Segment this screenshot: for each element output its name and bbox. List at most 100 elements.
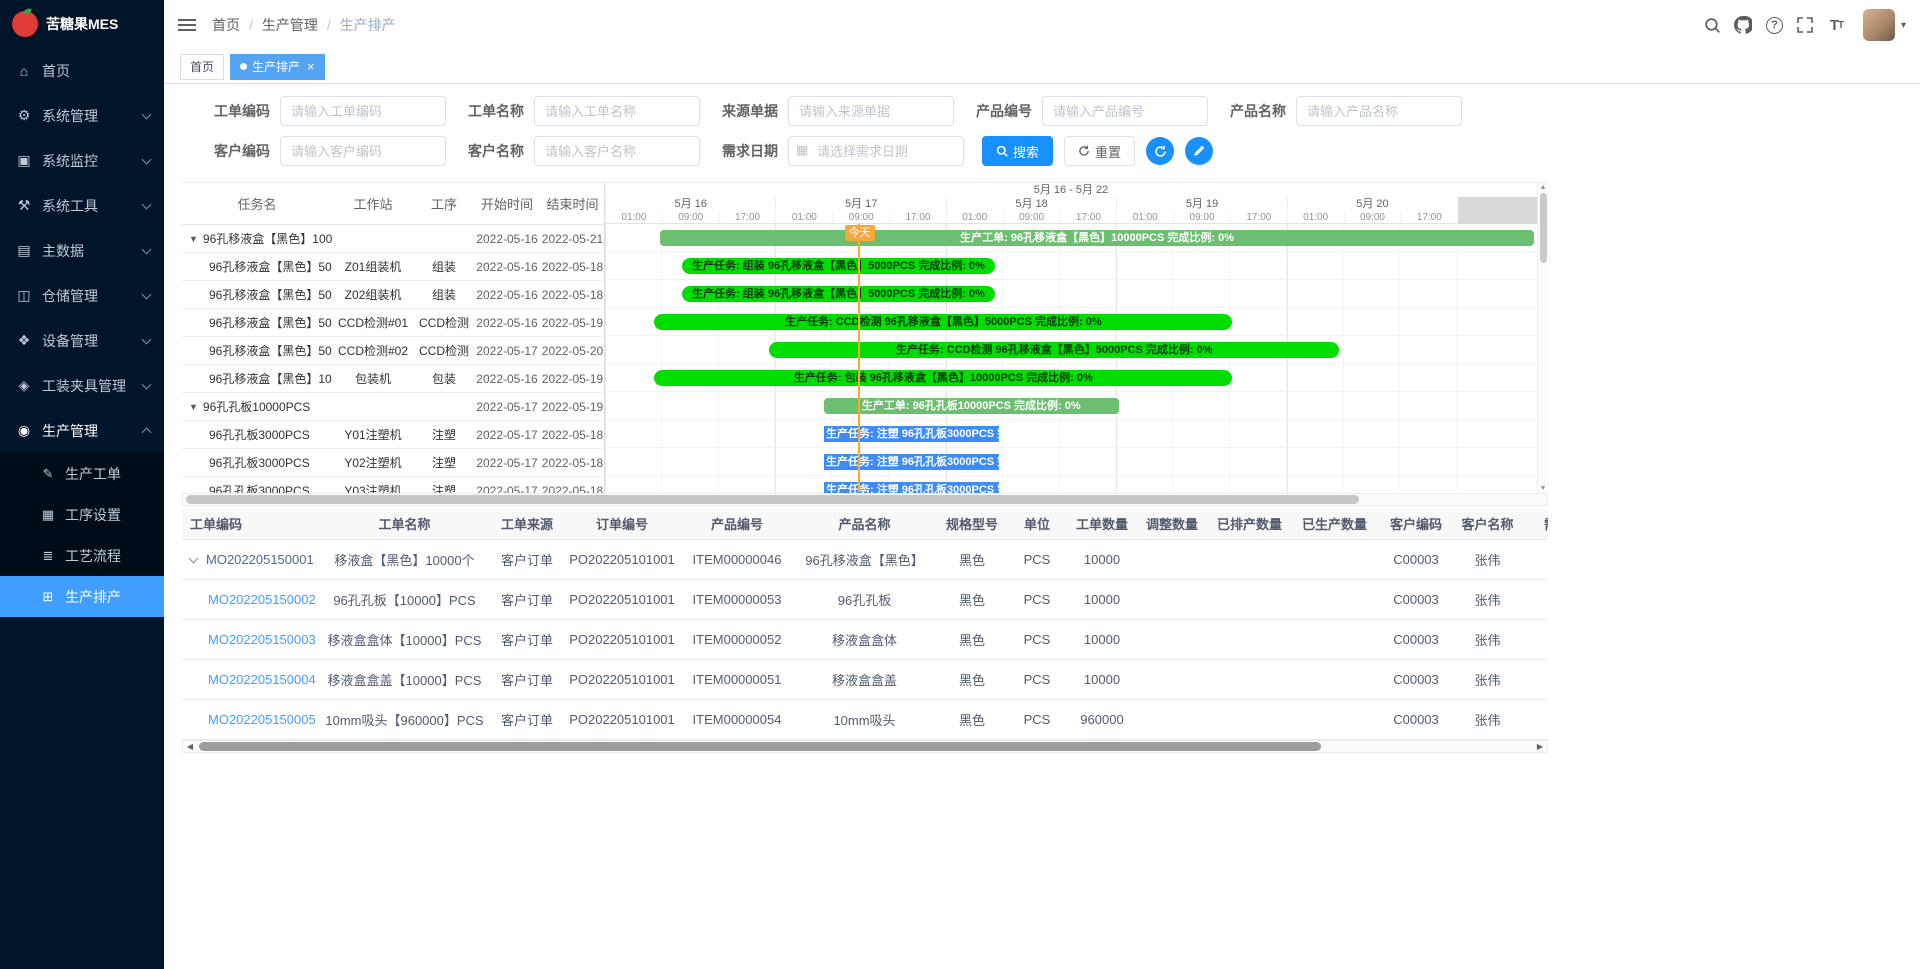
table-row[interactable]: MO20220515000510mm吸头【960000】PCS客户订单PO202…: [182, 699, 1548, 739]
sidebar-item-system-tools[interactable]: ⚒系统工具: [0, 183, 164, 228]
task-station: Y03注塑机: [332, 482, 414, 493]
gantt-bar[interactable]: 生产工单: 96孔孔板10000PCS 完成比例: 0%: [824, 398, 1119, 414]
chevron-down-icon[interactable]: [189, 553, 199, 563]
work-order-link[interactable]: MO202205150003: [208, 632, 316, 647]
sidebar-item-equipment[interactable]: ❖设备管理: [0, 318, 164, 363]
vscroll-thumb[interactable]: [1540, 193, 1547, 263]
gantt-task-row[interactable]: 96孔移液盒【黑色】5000PCSZ02组装机组装2022-05-162022-…: [182, 281, 604, 309]
gantt-bar[interactable]: 生产任务: CCD检测 96孔移液盒【黑色】5000PCS 完成比例: 0%: [654, 314, 1232, 330]
gantt-horizontal-scrollbar[interactable]: [182, 493, 1548, 506]
orders-cell: PCS: [1007, 659, 1067, 699]
gantt-bar[interactable]: 生产任务: 组装 96孔移液盒【黑色】5000PCS 完成比例: 0%: [682, 258, 994, 274]
orders-cell: ITEM00000046: [682, 539, 792, 579]
product-name-input[interactable]: [1296, 96, 1462, 126]
orders-cell: PO202205101001: [562, 699, 682, 739]
gantt-task-row[interactable]: 96孔孔板3000PCSY01注塑机注塑2022-05-172022-05-18: [182, 421, 604, 449]
tab-home[interactable]: 首页: [180, 54, 224, 80]
gantt-hour-label: 09:00: [1344, 211, 1401, 223]
work-order-link[interactable]: MO202205150004: [208, 672, 316, 687]
orders-cell: 10000: [1067, 539, 1137, 579]
gantt-bar[interactable]: 生产任务: 注塑 96孔孔板3000PCS 完成比例: 0%: [824, 454, 994, 470]
gantt-bar[interactable]: 生产任务: 包装 96孔移液盒【黑色】10000PCS 完成比例: 0%: [654, 370, 1232, 386]
gantt-task-row[interactable]: ▼96孔移液盒【黑色】10000PCS2022-05-162022-05-21: [182, 225, 604, 253]
sidebar-item-system-admin[interactable]: ⚙系统管理: [0, 93, 164, 138]
triangle-down-icon[interactable]: ▼: [189, 234, 198, 244]
filter-label: 工单编码: [214, 101, 270, 121]
gantt-task-name: ▼96孔孔板10000PCS: [182, 398, 332, 415]
orders-cell: PO202205101001: [562, 659, 682, 699]
gantt-bar[interactable]: 生产任务: 注塑 96孔孔板3000PCS 完成比例: 0%: [824, 426, 994, 442]
table-row[interactable]: MO202205150004移液盒盒盖【10000】PCS客户订单PO20220…: [182, 659, 1548, 699]
breadcrumb-item[interactable]: 生产管理: [262, 15, 318, 35]
sidebar-item-fixture[interactable]: ◈工装夹具管理: [0, 363, 164, 408]
gantt-task-row[interactable]: 96孔孔板3000PCSY03注塑机注塑2022-05-172022-05-18: [182, 477, 604, 493]
task-end-date: 2022-05-18: [540, 484, 604, 494]
customer-name-input[interactable]: [534, 136, 700, 166]
gantt-task-name: 96孔移液盒【黑色】5000PCS: [182, 258, 332, 275]
monitor-icon: ▣: [14, 152, 34, 169]
reset-button[interactable]: 重置: [1064, 136, 1135, 166]
work-order-code-input[interactable]: [280, 96, 446, 126]
demand-date-input[interactable]: [788, 136, 964, 166]
gantt-task-row[interactable]: 96孔移液盒【黑色】10000PCS包装机包装2022-05-162022-05…: [182, 365, 604, 393]
sidebar-item-production[interactable]: ◉生产管理: [0, 408, 164, 453]
gantt-bar[interactable]: 生产任务: 组装 96孔移液盒【黑色】5000PCS 完成比例: 0%: [682, 286, 994, 302]
gantt-task-row[interactable]: 96孔孔板3000PCSY02注塑机注塑2022-05-172022-05-18: [182, 449, 604, 477]
sidebar-subitem-process-settings[interactable]: ▦工序设置: [0, 494, 164, 535]
fullscreen-icon[interactable]: [1791, 10, 1820, 40]
search-button[interactable]: 搜索: [982, 136, 1053, 166]
sidebar-subitem-scheduling[interactable]: ⊞生产排产: [0, 576, 164, 617]
scroll-down-icon[interactable]: ▼: [1540, 485, 1547, 492]
breadcrumb-item[interactable]: 首页: [212, 15, 240, 35]
orders-cell: 张伟: [1455, 579, 1520, 619]
source-doc-input[interactable]: [788, 96, 954, 126]
hamburger-icon[interactable]: [178, 19, 196, 31]
orders-scroll-thumb[interactable]: [199, 742, 1321, 751]
gantt-left-body: ▼96孔移液盒【黑色】10000PCS2022-05-162022-05-219…: [182, 225, 604, 493]
search-icon[interactable]: [1698, 10, 1727, 40]
gantt-vertical-scrollbar[interactable]: ▲ ▼: [1537, 183, 1548, 493]
work-order-link[interactable]: MO202205150001: [206, 552, 314, 567]
sidebar-subitem-process-flow[interactable]: ≣工艺流程: [0, 535, 164, 576]
orders-horizontal-scrollbar[interactable]: ◀ ▶: [182, 740, 1548, 753]
scroll-left-icon[interactable]: ◀: [183, 742, 197, 751]
table-row[interactable]: MO202205150001移液盒【黑色】10000个客户订单PO2022051…: [182, 539, 1548, 579]
gantt-bar[interactable]: 生产工单: 96孔移液盒【黑色】10000PCS 完成比例: 0%: [660, 230, 1534, 246]
table-row[interactable]: MO20220515000296孔孔板【10000】PCS客户订单PO20220…: [182, 579, 1548, 619]
table-row[interactable]: MO202205150003移液盒盒体【10000】PCS客户订单PO20220…: [182, 619, 1548, 659]
gantt-task-row[interactable]: ▼96孔孔板10000PCS2022-05-172022-05-19: [182, 393, 604, 421]
gantt-bar[interactable]: 生产任务: CCD检测 96孔移液盒【黑色】5000PCS 完成比例: 0%: [769, 342, 1339, 358]
sidebar-item-warehouse[interactable]: ◫仓储管理: [0, 273, 164, 318]
orders-cell: 黑色: [937, 699, 1007, 739]
sidebar-item-home[interactable]: ⌂首页: [0, 48, 164, 93]
gantt-task-row[interactable]: 96孔移液盒【黑色】5000PCSCCD检测#01CCD检测2022-05-16…: [182, 309, 604, 337]
work-order-link[interactable]: MO202205150005: [208, 712, 316, 727]
gantt-task-row[interactable]: 96孔移液盒【黑色】5000PCSCCD检测#02CCD检测2022-05-17…: [182, 337, 604, 365]
chevron-down-icon: [142, 334, 152, 344]
refresh-button[interactable]: [1146, 137, 1174, 165]
close-icon[interactable]: ×: [307, 60, 315, 73]
task-process: 组装: [414, 258, 474, 275]
help-icon[interactable]: ?: [1760, 10, 1789, 40]
github-icon[interactable]: [1729, 10, 1758, 40]
gantt-bar[interactable]: 生产任务: 注塑 96孔孔板3000PCS 完成比例: 0%: [824, 482, 994, 493]
product-code-input[interactable]: [1042, 96, 1208, 126]
customer-code-input[interactable]: [280, 136, 446, 166]
orders-cell: [1292, 699, 1377, 739]
work-order-name-input[interactable]: [534, 96, 700, 126]
sidebar-item-system-monitor[interactable]: ▣系统监控: [0, 138, 164, 183]
sidebar-subitem-work-order[interactable]: ✎生产工单: [0, 453, 164, 494]
gantt-task-row[interactable]: 96孔移液盒【黑色】5000PCSZ01组装机组装2022-05-162022-…: [182, 253, 604, 281]
work-order-link[interactable]: MO202205150002: [208, 592, 316, 607]
scroll-up-icon[interactable]: ▲: [1540, 184, 1547, 191]
triangle-down-icon[interactable]: ▼: [189, 402, 198, 412]
app-logo: 苦糖果MES: [0, 0, 164, 48]
scroll-right-icon[interactable]: ▶: [1533, 742, 1547, 751]
tab-scheduling[interactable]: 生产排产×: [230, 54, 325, 80]
sidebar-item-master-data[interactable]: ▤主数据: [0, 228, 164, 273]
avatar[interactable]: [1863, 9, 1895, 41]
font-size-icon[interactable]: TT: [1822, 10, 1851, 40]
edit-button[interactable]: [1185, 137, 1213, 165]
hscroll-thumb[interactable]: [186, 495, 1359, 504]
gantt-timeline-row: 生产任务: CCD检测 96孔移液盒【黑色】5000PCS 完成比例: 0%: [605, 308, 1537, 336]
